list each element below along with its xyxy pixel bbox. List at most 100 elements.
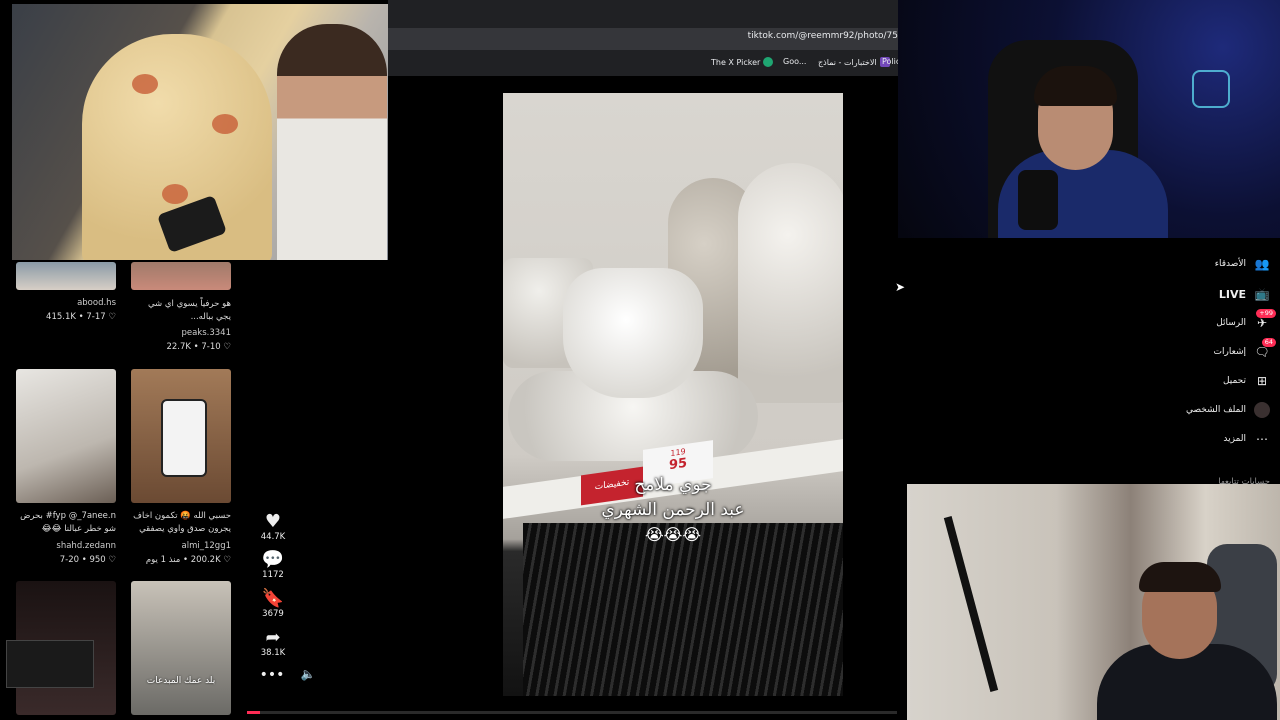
heart-icon: ♡ (108, 555, 116, 565)
bookmark-label: The X Picker (711, 57, 761, 67)
volume-button[interactable]: 🔈 (298, 667, 318, 681)
feed-caption: fyp @_7anee.n# بحرض شو خطر عبالنا 😂😂 (20, 511, 116, 534)
phone-icon (161, 399, 207, 477)
person-hair-image (1139, 562, 1221, 592)
heart-icon: ♡ (223, 342, 231, 352)
feed-stats: ♡ 950 • 7-20 (59, 555, 116, 565)
caption-emoji: 😭😭😭 (644, 525, 702, 544)
nav-more[interactable]: ⋯ المزيد (1223, 429, 1270, 449)
save-count: 3679 (262, 609, 284, 619)
thumbnail-caption: بلد عمك المبدعات (146, 676, 216, 686)
nav-label: إشعارات (1213, 347, 1246, 357)
comment-count: 1172 (262, 570, 284, 580)
heart-icon: ♥ (264, 511, 282, 532)
bookmark-icon: 🔖 (261, 588, 285, 609)
feed-likes: 950 (89, 555, 106, 565)
messages-badge: 99+ (1256, 309, 1276, 318)
webcam-overlay-2 (898, 0, 1280, 238)
bookmark-google[interactable]: Goo... (783, 57, 806, 66)
nav-upload[interactable]: ⊞ تحميل (1223, 371, 1270, 391)
mouse-cursor: ➤ (895, 280, 906, 294)
progress-fill (247, 711, 260, 714)
share-button[interactable]: ➦ 38.1K (256, 627, 290, 659)
bookmark-x-picker[interactable]: The X Picker (711, 57, 774, 67)
save-button[interactable]: 🔖 3679 (256, 588, 290, 620)
feed-date: 7-17 (86, 312, 106, 322)
webcam-overlay-1 (12, 4, 388, 260)
overlay-thumbnails (6, 640, 94, 688)
blanket-spot (212, 114, 238, 134)
bookmark-forms[interactable]: الاختبارات - نماذج (818, 57, 890, 67)
feed-likes: 415.1K (46, 312, 76, 322)
feed-likes: 22.7K (166, 342, 191, 352)
nav-friends[interactable]: 👥 الأصدقاء (1215, 254, 1270, 274)
address-bar[interactable]: tiktok.com/@reemmr92/photo/75 (388, 28, 898, 50)
feed-stats: ♡ 22.7K • 7-10 (166, 342, 231, 352)
avatar (1254, 402, 1270, 418)
nav-notifications[interactable]: 🗨 64 إشعارات (1213, 338, 1276, 362)
video-progress-bar[interactable] (247, 711, 897, 714)
share-icon: ➦ (265, 627, 281, 648)
nav-messages[interactable]: ✈ 99+ الرسائل (1216, 309, 1276, 333)
caption-line-1: جوي ملامح (634, 475, 712, 495)
feed-stats: ♡ 415.1K • 7-17 (46, 312, 116, 322)
video-player[interactable]: تخفيضات 119 95 جوي ملامح عبد الرحمن الشه… (503, 93, 843, 696)
feed-username[interactable]: almi_12gg1 (182, 541, 231, 551)
caption-line-2: عبد الرحمن الشهري (601, 500, 745, 520)
more-dots-icon: ⋯ (1256, 432, 1268, 446)
bookmark-label: الاختبارات - نماذج (818, 57, 877, 67)
nav-label: الملف الشخصي (1186, 405, 1246, 415)
feed-date: 7-20 (59, 555, 80, 565)
nav-label: LIVE (1218, 287, 1246, 301)
blanket-spot (132, 74, 158, 94)
feed-thumbnail[interactable]: بلد عمك المبدعات (131, 581, 231, 715)
feed-username[interactable]: shahd.zedann (56, 541, 116, 551)
x-picker-icon (763, 57, 774, 67)
plus-square-icon: ⊞ (1256, 374, 1268, 388)
like-count: 44.7K (260, 532, 286, 542)
feed-likes: 200.2K (190, 555, 221, 565)
bookmarks-bar: The X Picker Goo... الاختبارات - نماذج P… (388, 52, 900, 74)
share-count: 38.1K (260, 648, 286, 658)
tiger-logo-icon (1192, 70, 1230, 108)
feed-date: منذ 1 يوم (145, 555, 181, 565)
feed-thumbnail[interactable] (16, 369, 116, 503)
feed-thumbnail[interactable] (16, 262, 116, 290)
webcam-overlay-3 (907, 484, 1280, 720)
feed-username[interactable]: peaks.3341 (181, 328, 231, 338)
friends-icon: 👥 (1254, 257, 1270, 271)
url-text[interactable]: tiktok.com/@reemmr92/photo/75 (748, 31, 898, 41)
nav-label: الأصدقاء (1214, 259, 1246, 269)
more-options-button[interactable]: ••• (258, 667, 286, 683)
microphone-icon (1018, 170, 1058, 230)
nav-label: الرسائل (1216, 318, 1246, 328)
speaker-icon: 🔈 (300, 667, 316, 681)
feed-thumbnail[interactable] (131, 369, 231, 503)
heart-icon: ♡ (223, 555, 231, 565)
dish-rack-image (523, 523, 843, 696)
feed-stats: ♡ 200.2K • منذ 1 يوم (145, 555, 231, 565)
comment-icon: 💬 (261, 549, 285, 570)
feed-caption: هو حرفياً يسوي اي شي يجي بباله... (147, 299, 231, 322)
video-caption: جوي ملامح عبد الرحمن الشهري (503, 473, 843, 523)
face-vase-image (563, 268, 703, 398)
blanket-spot (162, 184, 188, 204)
nav-live[interactable]: 📺 LIVE (1219, 284, 1270, 304)
nav-profile[interactable]: الملف الشخصي (1186, 400, 1270, 420)
mic-arm-image (943, 516, 999, 692)
feed-date: 7-10 (201, 342, 221, 352)
nav-label: المزيد (1223, 434, 1246, 444)
more-dots-icon: ••• (259, 667, 285, 683)
person-hair-image (1034, 66, 1117, 106)
live-tv-icon: 📺 (1254, 287, 1270, 301)
feed-username[interactable]: abood.hs (77, 298, 116, 308)
inbox-icon: 🗨 64 (1254, 338, 1276, 360)
feed-thumbnail[interactable] (131, 262, 231, 290)
paper-plane-icon: ✈ 99+ (1254, 309, 1276, 331)
bust-image (738, 163, 843, 403)
like-button[interactable]: ♥ 44.7K (256, 511, 290, 543)
comment-button[interactable]: 💬 1172 (256, 549, 290, 581)
nav-label: تحميل (1222, 376, 1246, 386)
bookmark-label: Goo... (783, 57, 807, 66)
heart-icon: ♡ (108, 312, 116, 322)
